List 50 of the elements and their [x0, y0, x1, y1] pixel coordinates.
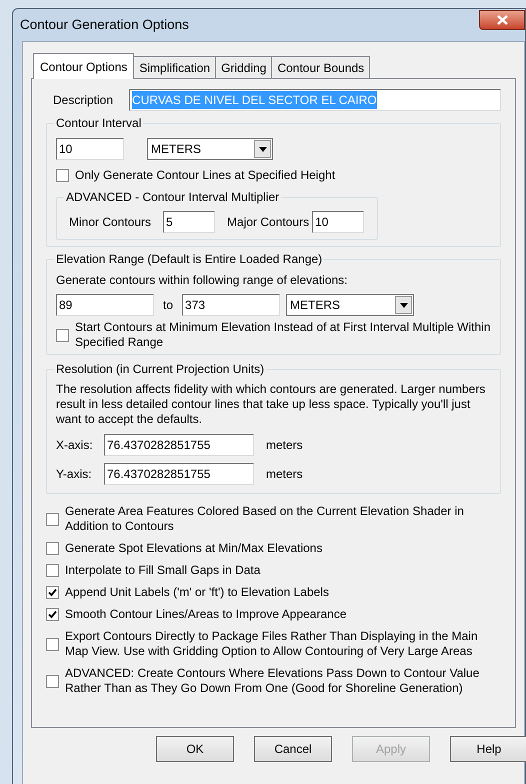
checkbox[interactable] [46, 564, 59, 577]
unit-dropdown[interactable]: METERS [147, 138, 273, 160]
dialog-button[interactable]: Cancel [254, 736, 332, 762]
tab[interactable]: Simplification [134, 56, 216, 78]
unit-label: meters [266, 466, 303, 483]
input-field[interactable]: 10 [56, 138, 124, 160]
checkbox-label: Interpolate to Fill Small Gaps in Data [65, 563, 260, 578]
group-title: Resolution (in Current Projection Units) [54, 361, 266, 377]
checkbox-label: Only Generate Contour Lines at Specified Height [75, 168, 336, 183]
input-field[interactable]: 373 [182, 294, 280, 316]
resolution-note: The resolution affects fidelity with which contours are generated. Larger numbers result in less detailed contour lines that take up less space. Typically you'll just want to accept the defaults. [56, 382, 486, 427]
checkbox-label: Export Contours Directly to Package Files Rather Than Displaying in the Main Map View. Use with Gridding Option to Allow Contouring of Very Large Areas [65, 629, 479, 659]
checkbox[interactable] [46, 512, 59, 526]
group-title: ADVANCED - Contour Interval Multiplier [64, 189, 282, 205]
close-button[interactable] [479, 10, 525, 30]
group-title: Elevation Range (Default is Entire Loaded Range) [54, 251, 324, 267]
checkbox-label: Generate Spot Elevations at Min/Max Elevations [65, 541, 322, 556]
checkbox[interactable] [56, 328, 69, 342]
input-field[interactable]: 10 [312, 211, 364, 233]
axis-label: X-axis: [56, 437, 94, 454]
checkbox-label: Append Unit Labels ('m' or 'ft') to Elevation Labels [65, 585, 329, 600]
checkbox[interactable] [46, 608, 59, 621]
checkbox[interactable] [46, 674, 59, 688]
checkbox-label: Start Contours at Minimum Elevation Instead of at First Interval Multiple Within Specified Range [75, 320, 492, 350]
tab[interactable]: Contour Options [33, 53, 134, 79]
unit-label: meters [266, 437, 303, 454]
prompt-text: Generate contours within following range of elevations: [56, 272, 349, 289]
tab[interactable]: Contour Bounds [272, 56, 370, 78]
axis-label: Y-axis: [56, 466, 93, 483]
checkbox-label: Smooth Contour Lines/Areas to Improve Appearance [65, 607, 346, 622]
input-field[interactable]: 76.4370282851755 [104, 463, 254, 485]
input-field[interactable]: 76.4370282851755 [104, 434, 254, 456]
close-icon [496, 15, 508, 25]
dialog-button[interactable]: Help [450, 736, 526, 762]
checkbox-label: ADVANCED: Create Contours Where Elevations Pass Down to Contour Value Rather Than as They Go Down From One (Good for Shoreline Generation) [65, 666, 480, 696]
checkbox[interactable] [46, 542, 59, 555]
checkbox[interactable] [46, 586, 59, 599]
checkbox[interactable] [56, 169, 69, 182]
checkbox-label: Generate Area Features Colored Based on the Current Elevation Shader in Addition to Contours [65, 504, 465, 534]
tab[interactable]: Gridding [216, 56, 272, 78]
input-field[interactable]: 5 [163, 211, 216, 233]
unit-dropdown[interactable]: METERS [286, 294, 414, 316]
input-field[interactable]: 89 [56, 294, 154, 316]
checkbox[interactable] [46, 638, 59, 650]
range-separator: to [163, 297, 174, 314]
field-label: Description [53, 92, 114, 109]
field-label: Major Contours [227, 214, 310, 231]
dialog-button[interactable]: OK [156, 736, 234, 762]
window-title: Contour Generation Options [20, 16, 189, 34]
field-label: Minor Contours [69, 214, 152, 231]
